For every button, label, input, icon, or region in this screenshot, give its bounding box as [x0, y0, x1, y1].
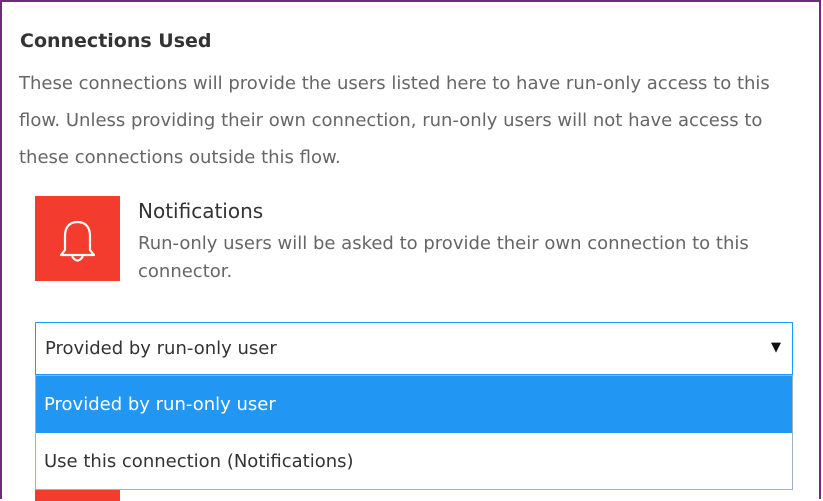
next-connector-tile-partial	[35, 490, 120, 501]
caret-down-icon: ▼	[771, 340, 781, 355]
connection-select[interactable]: Provided by run-only user ▼	[35, 322, 793, 375]
connections-panel: Connections Used These connections will …	[0, 0, 821, 501]
connector-note: Run-only users will be asked to provide …	[138, 233, 749, 282]
connection-dropdown-list: Provided by run-only user Use this conne…	[35, 375, 793, 490]
section-description: These connections will provide the users…	[19, 73, 770, 168]
bell-icon	[59, 220, 96, 262]
connector-tile	[35, 196, 120, 281]
connection-select-value: Provided by run-only user	[45, 338, 277, 359]
option-use-this-connection[interactable]: Use this connection (Notifications)	[36, 433, 792, 490]
section-heading: Connections Used	[20, 30, 212, 52]
connector-name: Notifications	[138, 199, 264, 223]
option-provided-by-run-only-user[interactable]: Provided by run-only user	[36, 376, 792, 433]
